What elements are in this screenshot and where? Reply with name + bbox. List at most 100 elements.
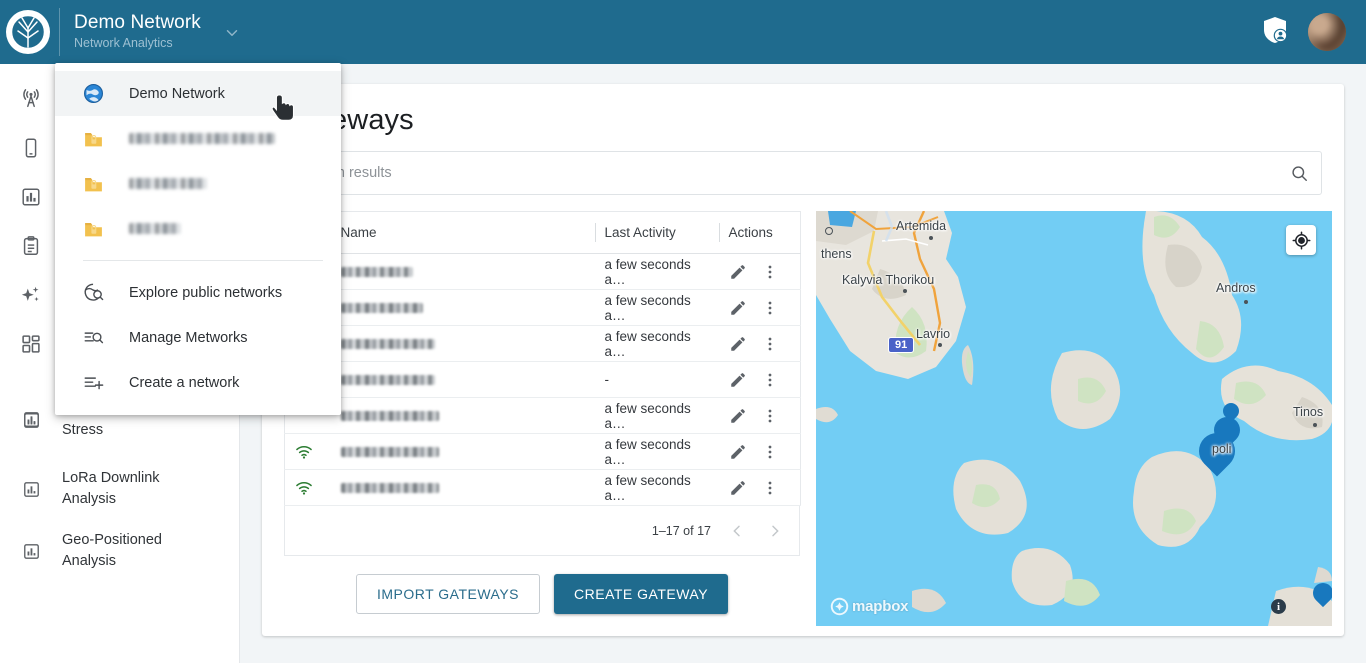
table-row[interactable]: - (284, 361, 801, 398)
network-title: Demo Network (74, 12, 201, 34)
more-vertical-icon[interactable] (761, 371, 779, 389)
table-row[interactable]: a few seconds a… (284, 397, 801, 434)
avatar[interactable] (1308, 13, 1346, 51)
gateway-actions: IMPORT GATEWAYS CREATE GATEWAY (284, 574, 800, 614)
locate-me-button[interactable] (1286, 225, 1316, 255)
network-subtitle: Network Analytics (74, 36, 173, 51)
gateway-actions-cell (718, 397, 801, 434)
manage-networks-icon (83, 327, 129, 348)
table-row[interactable]: a few seconds a… (284, 325, 801, 362)
dropdown-divider (83, 260, 323, 261)
pagination-next-button[interactable] (763, 519, 787, 543)
gateway-actions-cell (718, 361, 801, 398)
pencil-edit-icon[interactable] (729, 443, 747, 461)
gateway-name-cell[interactable] (330, 289, 595, 326)
more-vertical-icon[interactable] (761, 407, 779, 425)
gateways-table-wrap: Name Last Activity Actions a few seconds… (284, 211, 801, 626)
pencil-edit-icon[interactable] (729, 263, 747, 281)
map-label: Lavrio (916, 327, 951, 341)
gateways-body: Name Last Activity Actions a few seconds… (284, 211, 1332, 626)
route-shield-91: 91 (888, 337, 915, 353)
more-vertical-icon[interactable] (761, 443, 779, 461)
more-vertical-icon[interactable] (761, 299, 779, 317)
explore-networks-icon (83, 282, 129, 303)
map-label: poli (1212, 442, 1232, 456)
gateway-name-cell[interactable] (330, 253, 595, 290)
gateway-name-cell[interactable] (330, 433, 595, 470)
table-row[interactable]: a few seconds a… (284, 289, 801, 326)
shield-user-icon[interactable] (1262, 16, 1288, 49)
gateway-name-redacted (340, 446, 439, 457)
gateway-name-redacted (340, 482, 439, 493)
gateway-name-cell[interactable] (330, 361, 595, 398)
map-label: thens (821, 247, 852, 261)
table-row[interactable]: a few seconds a… (284, 469, 801, 506)
pagination-prev-button[interactable] (725, 519, 749, 543)
bar-chart-icon[interactable] (14, 180, 48, 214)
column-header-name[interactable]: Name (330, 211, 595, 254)
gateways-map[interactable]: thens Artemida Kalyvia Thorikou Lavrio Andro… (816, 211, 1332, 626)
grid-dashboard-icon[interactable] (14, 327, 48, 361)
mapbox-mark-icon (830, 597, 849, 616)
gateway-status-cell (284, 469, 331, 506)
map-city-dot (1313, 423, 1317, 427)
more-vertical-icon[interactable] (761, 263, 779, 281)
clipboard-icon[interactable] (14, 229, 48, 263)
dropdown-item-label: Explore public networks (129, 284, 283, 301)
dropdown-item-private-network[interactable] (55, 206, 341, 251)
chevron-down-icon[interactable] (223, 24, 241, 42)
pencil-edit-icon[interactable] (729, 371, 747, 389)
device-icon[interactable] (14, 131, 48, 165)
dropdown-item-private-network[interactable] (55, 116, 341, 161)
sidebar-item-geo-positioned-analysis[interactable]: Geo-Positioned Analysis (0, 520, 240, 582)
gateway-last-activity-cell: a few seconds a… (594, 433, 719, 470)
gateway-actions-cell (718, 433, 801, 470)
dropdown-item-private-network[interactable] (55, 161, 341, 206)
dropdown-item-label-redacted (129, 223, 181, 234)
map-city-dot (903, 289, 907, 293)
page-content: Gateways Name Last Activity (240, 64, 1366, 663)
import-gateways-button[interactable]: IMPORT GATEWAYS (355, 574, 541, 614)
create-gateway-button[interactable]: CREATE GATEWAY (554, 574, 729, 614)
dropdown-item-manage-metworks[interactable]: Manage Metworks (55, 315, 341, 360)
sparkle-ai-icon[interactable] (14, 278, 48, 312)
map-label: Artemida (896, 219, 947, 233)
sidebar-item-lora-downlink-analysis[interactable]: LoRa Downlink Analysis (0, 458, 240, 520)
gateway-last-activity-cell: a few seconds a… (594, 289, 719, 326)
table-row[interactable]: a few seconds a… (284, 253, 801, 290)
table-row[interactable]: a few seconds a… (284, 433, 801, 470)
dropdown-item-explore-public-networks[interactable]: Explore public networks (55, 270, 341, 315)
more-vertical-icon[interactable] (761, 335, 779, 353)
map-label: Andros (1216, 281, 1256, 295)
dropdown-item-create-a-network[interactable]: Create a network (55, 360, 341, 405)
network-switcher[interactable]: Demo Network Network Analytics (74, 13, 201, 50)
search-input[interactable] (299, 165, 1290, 181)
pencil-edit-icon[interactable] (729, 407, 747, 425)
gateway-last-activity-cell: - (594, 361, 719, 398)
topbar-actions (1262, 13, 1346, 51)
create-network-icon (83, 372, 129, 393)
gateway-name-redacted (340, 266, 413, 277)
search-bar[interactable] (284, 151, 1322, 195)
gateway-name-cell[interactable] (330, 325, 595, 362)
gateways-card: Gateways Name Last Activity (262, 84, 1344, 636)
mapbox-logo[interactable]: mapbox (830, 597, 909, 616)
map-label: Kalyvia Thorikou (842, 273, 935, 287)
more-vertical-icon[interactable] (761, 479, 779, 497)
antenna-icon[interactable] (14, 82, 48, 116)
pencil-edit-icon[interactable] (729, 335, 747, 353)
info-icon[interactable]: i (1271, 599, 1286, 614)
column-header-last-activity[interactable]: Last Activity (594, 211, 719, 254)
pencil-edit-icon[interactable] (729, 479, 747, 497)
search-icon[interactable] (1290, 164, 1309, 183)
pencil-edit-icon[interactable] (729, 299, 747, 317)
gateway-last-activity-cell: a few seconds a… (594, 325, 719, 362)
dropdown-item-demo-network[interactable]: Demo Network (55, 71, 341, 116)
dropdown-item-label: Manage Metworks (129, 329, 248, 346)
private-network-icon (83, 128, 129, 150)
analytics-chart-icon (0, 480, 62, 499)
tree-logo-icon[interactable] (6, 10, 50, 54)
gateway-name-cell[interactable] (330, 469, 595, 506)
mapbox-wordmark: mapbox (852, 598, 909, 615)
gateway-name-cell[interactable] (330, 397, 595, 434)
